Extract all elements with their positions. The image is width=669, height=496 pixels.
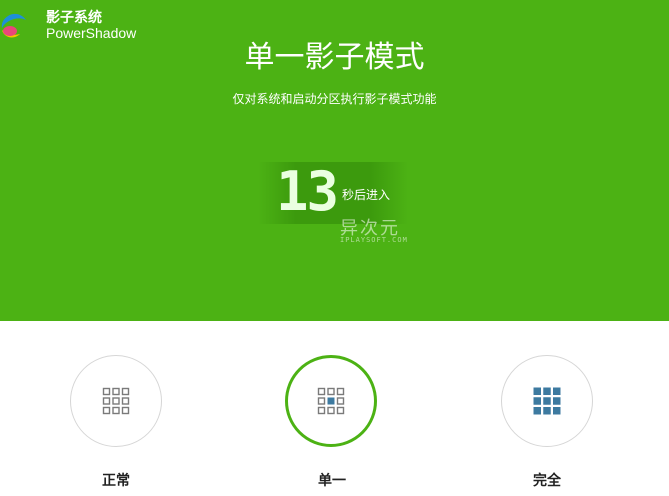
- countdown-value: 13: [276, 160, 339, 223]
- page-subtitle: 仅对系统和启动分区执行影子模式功能: [232, 92, 437, 106]
- mode-full-label: 完全: [533, 473, 561, 489]
- app-name-cn: 影子系统: [46, 10, 102, 26]
- watermark-url: IPLAYSOFT.COM: [340, 236, 408, 244]
- mode-full-button[interactable]: [501, 355, 593, 447]
- grid-center-filled-icon: [317, 387, 345, 415]
- countdown-suffix: 秒后进入: [342, 188, 391, 202]
- mode-normal-label: 正常: [102, 473, 130, 489]
- grid-outline-icon: [102, 387, 130, 415]
- grid-filled-icon: [533, 387, 561, 415]
- page-title: 单一影子模式: [244, 40, 425, 75]
- mode-single-button[interactable]: [285, 355, 377, 447]
- mode-normal-button[interactable]: [70, 355, 162, 447]
- mode-single-label: 单一: [318, 473, 346, 489]
